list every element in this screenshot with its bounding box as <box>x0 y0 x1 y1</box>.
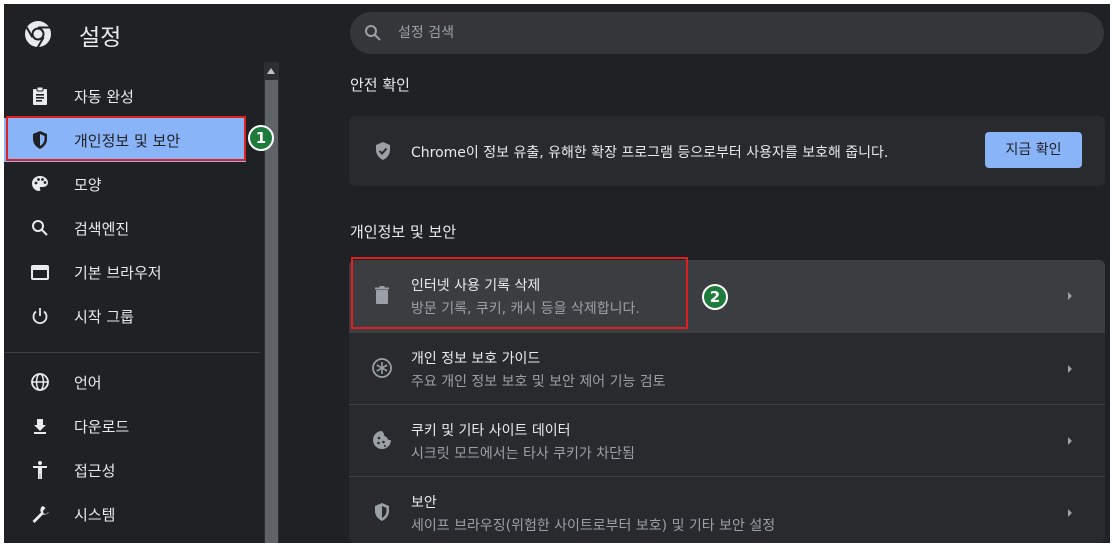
safety-check-card: Chrome이 정보 유출, 유해한 확장 프로그램 등으로부터 사용자를 보호… <box>349 116 1105 186</box>
row-title: 개인 정보 보호 가이드 <box>411 351 541 367</box>
sidebar-item-label: 개인정보 및 보안 <box>74 132 181 150</box>
search-icon <box>32 220 48 236</box>
clipboard-icon <box>33 86 47 105</box>
sidebar-item-on-startup[interactable]: 시작 그룹 <box>4 294 246 338</box>
security-shield-icon <box>375 503 389 521</box>
chrome-logo-icon[interactable] <box>24 20 52 48</box>
privacy-security-heading: 개인정보 및 보안 <box>350 223 457 241</box>
shield-icon <box>33 131 47 149</box>
annotation-badge-2: 2 <box>702 284 728 310</box>
scroll-up-arrow-icon[interactable] <box>267 68 275 74</box>
safety-check-description: Chrome이 정보 유출, 유해한 확장 프로그램 등으로부터 사용자를 보호… <box>411 145 889 161</box>
sidebar-item-label: 시작 그룹 <box>74 308 134 326</box>
row-title: 인터넷 사용 기록 삭제 <box>411 278 541 294</box>
sidebar-item-label: 시스템 <box>74 506 116 524</box>
sidebar-item-default-browser[interactable]: 기본 브라우저 <box>4 250 246 294</box>
settings-window: 설정 자동 완성 개인정보 및 보안 <box>4 4 1110 543</box>
sidebar-item-label: 다운로드 <box>74 418 130 436</box>
power-icon <box>32 308 48 325</box>
annotation-badge-1: 1 <box>248 125 274 151</box>
search-input[interactable] <box>398 12 1088 54</box>
privacy-security-card: 인터넷 사용 기록 삭제 방문 기록, 쿠키, 캐시 등을 삭제합니다. 개인 … <box>349 260 1105 543</box>
header: 설정 <box>4 4 1110 62</box>
privacy-guide-row[interactable]: 개인 정보 보호 가이드 주요 개인 정보 보호 및 보안 제어 기능 검토 <box>349 332 1105 404</box>
sidebar-item-label: 모양 <box>74 176 102 194</box>
search-bar[interactable] <box>350 12 1104 54</box>
sidebar-item-label: 언어 <box>74 374 102 392</box>
sidebar-item-label: 검색엔진 <box>74 220 130 238</box>
chevron-right-icon <box>1068 292 1072 300</box>
main-content: 안전 확인 Chrome이 정보 유출, 유해한 확장 프로그램 등으로부터 사… <box>279 62 1110 543</box>
sidebar-item-appearance[interactable]: 모양 <box>4 162 246 206</box>
download-icon <box>34 419 46 434</box>
cookies-row[interactable]: 쿠키 및 기타 사이트 데이터 시크릿 모드에서는 타사 쿠키가 차단됨 <box>349 404 1105 476</box>
sidebar-item-system[interactable]: 시스템 <box>4 492 246 536</box>
page-title: 설정 <box>79 25 122 51</box>
sidebar-item-search-engine[interactable]: 검색엔진 <box>4 206 246 250</box>
sidebar: 자동 완성 개인정보 및 보안 모양 검색엔진 기본 브라우저 시작 그룹 언어… <box>4 62 264 543</box>
sidebar-item-label: 자동 완성 <box>74 88 134 106</box>
search-icon[interactable] <box>364 24 382 42</box>
sidebar-divider <box>4 352 260 353</box>
privacy-guide-icon <box>372 358 392 378</box>
cookie-icon <box>373 431 391 449</box>
accessibility-icon <box>33 461 47 479</box>
trash-icon <box>375 286 389 304</box>
chevron-right-icon <box>1068 437 1072 445</box>
shield-check-icon <box>376 142 390 160</box>
row-title: 보안 <box>411 495 437 511</box>
row-subtitle: 세이프 브라우징(위험한 사이트로부터 보호) 및 기타 보안 설정 <box>411 518 776 534</box>
sidebar-item-privacy[interactable]: 개인정보 및 보안 <box>4 118 246 162</box>
row-subtitle: 주요 개인 정보 보호 및 보안 제어 기능 검토 <box>411 374 666 390</box>
globe-icon <box>31 373 49 391</box>
browser-window-icon <box>31 265 49 280</box>
safety-check-heading: 안전 확인 <box>350 76 410 94</box>
check-now-button[interactable]: 지금 확인 <box>985 132 1082 168</box>
chevron-right-icon <box>1068 365 1072 373</box>
row-title: 쿠키 및 기타 사이트 데이터 <box>411 423 571 439</box>
security-row[interactable]: 보안 세이프 브라우징(위험한 사이트로부터 보호) 및 기타 보안 설정 <box>349 476 1105 543</box>
sidebar-item-autofill[interactable]: 자동 완성 <box>4 74 246 118</box>
sidebar-item-accessibility[interactable]: 접근성 <box>4 448 246 492</box>
wrench-icon <box>32 506 49 523</box>
row-subtitle: 방문 기록, 쿠키, 캐시 등을 삭제합니다. <box>411 301 640 317</box>
sidebar-item-downloads[interactable]: 다운로드 <box>4 404 246 448</box>
sidebar-item-label: 기본 브라우저 <box>74 264 162 282</box>
chevron-right-icon <box>1068 509 1072 517</box>
palette-icon <box>32 176 48 191</box>
sidebar-item-label: 접근성 <box>74 462 116 480</box>
row-subtitle: 시크릿 모드에서는 타사 쿠키가 차단됨 <box>411 446 635 462</box>
sidebar-item-languages[interactable]: 언어 <box>4 360 246 404</box>
